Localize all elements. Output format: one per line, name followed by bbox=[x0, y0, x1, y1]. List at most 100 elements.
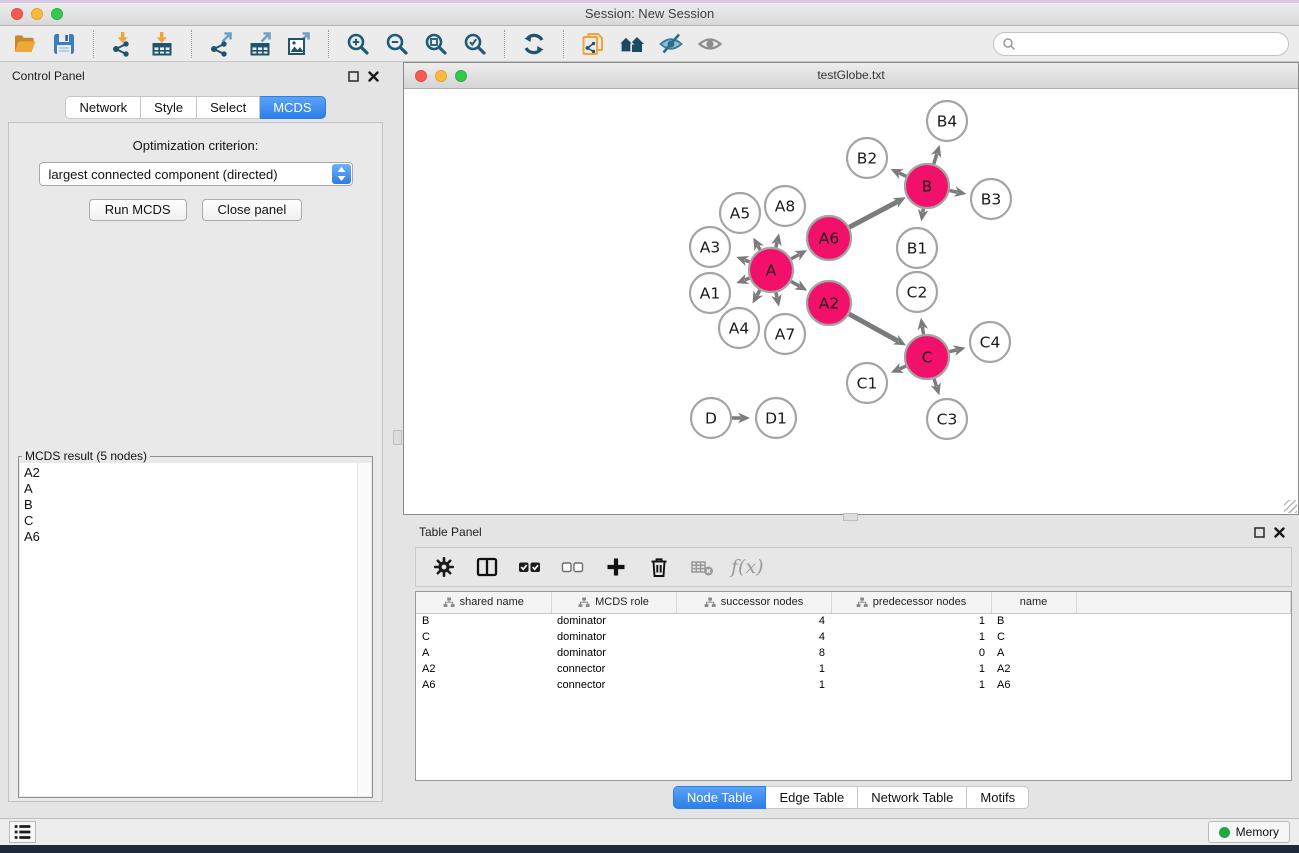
graph-node-B[interactable]: B bbox=[905, 164, 949, 208]
graph-node-A[interactable]: A bbox=[749, 248, 793, 292]
network-zoom-button[interactable] bbox=[455, 70, 467, 82]
tab-motifs[interactable]: Motifs bbox=[967, 786, 1029, 809]
graph-node-D[interactable]: D bbox=[691, 398, 731, 438]
export-table-button[interactable] bbox=[245, 29, 275, 59]
graph-edge-A-A5[interactable] bbox=[758, 246, 760, 250]
close-window-button[interactable] bbox=[11, 8, 23, 20]
tab-network-table[interactable]: Network Table bbox=[858, 786, 967, 809]
column-header[interactable]: name bbox=[991, 592, 1076, 613]
mcds-result-item[interactable]: B bbox=[24, 497, 355, 513]
graph-edge-C-C3[interactable] bbox=[934, 379, 937, 387]
delete-column-button[interactable] bbox=[645, 553, 673, 581]
tab-network[interactable]: Network bbox=[65, 96, 141, 119]
tab-style[interactable]: Style bbox=[141, 96, 197, 119]
network-minimize-button[interactable] bbox=[435, 70, 447, 82]
open-session-button[interactable] bbox=[10, 29, 40, 59]
memory-button[interactable]: Memory bbox=[1208, 821, 1290, 843]
close-panel-icon[interactable] bbox=[1274, 527, 1285, 538]
graph-node-A3[interactable]: A3 bbox=[690, 227, 730, 267]
graph-edge-C-C4[interactable] bbox=[949, 350, 957, 352]
hide-selected-button[interactable] bbox=[656, 29, 686, 59]
column-header[interactable]: successor nodes bbox=[676, 592, 831, 613]
column-header[interactable]: MCDS role bbox=[551, 592, 676, 613]
graph-node-A7[interactable]: A7 bbox=[765, 314, 805, 354]
mcds-result-item[interactable]: C bbox=[24, 513, 355, 529]
result-scrollbar[interactable] bbox=[357, 463, 371, 796]
zoom-in-button[interactable] bbox=[343, 29, 373, 59]
vertical-splitter-grip[interactable] bbox=[393, 430, 402, 445]
delete-table-button[interactable] bbox=[688, 553, 716, 581]
graph-edge-A-A4[interactable] bbox=[757, 290, 760, 295]
graph-node-B2[interactable]: B2 bbox=[847, 138, 887, 178]
graph-node-B1[interactable]: B1 bbox=[897, 228, 937, 268]
table-row[interactable]: Adominator80A bbox=[416, 645, 1291, 661]
zoom-fit-button[interactable] bbox=[421, 29, 451, 59]
network-canvas[interactable]: B4 B2 B B3 A8A5 A6 A3 B1 A C2 A1 A2 A4A7 C4 C C1 C3 D D1 bbox=[404, 89, 1298, 514]
criterion-select[interactable]: largest connected component (directed) bbox=[39, 162, 353, 186]
show-all-button[interactable] bbox=[695, 29, 725, 59]
graph-node-A2[interactable]: A2 bbox=[807, 281, 851, 325]
graph-node-A1[interactable]: A1 bbox=[690, 273, 730, 313]
graph-node-C1[interactable]: C1 bbox=[847, 363, 887, 403]
graph-node-C2[interactable]: C2 bbox=[897, 272, 937, 312]
graph-edge-B-B3[interactable] bbox=[950, 191, 958, 193]
graph-edge-A-A8[interactable] bbox=[776, 242, 777, 247]
tab-select[interactable]: Select bbox=[197, 96, 260, 119]
home-button[interactable] bbox=[617, 29, 647, 59]
network-close-button[interactable] bbox=[415, 70, 427, 82]
column-header[interactable]: shared name bbox=[416, 592, 551, 613]
add-column-button[interactable] bbox=[602, 553, 630, 581]
graph-edge-C-C2[interactable] bbox=[922, 327, 923, 335]
graph-edge-C-C1[interactable] bbox=[899, 366, 906, 369]
graph-edge-A-A1[interactable] bbox=[745, 278, 750, 280]
graph-edge-B-B4[interactable] bbox=[934, 153, 937, 164]
show-columns-button[interactable] bbox=[473, 553, 501, 581]
graph-node-A6[interactable]: A6 bbox=[807, 216, 851, 260]
mcds-result-item[interactable]: A6 bbox=[24, 529, 355, 545]
graph-edge-A-A7[interactable] bbox=[776, 292, 777, 297]
table-row[interactable]: Bdominator41B bbox=[416, 613, 1291, 629]
tab-node-table[interactable]: Node Table bbox=[673, 786, 767, 809]
minimize-window-button[interactable] bbox=[31, 8, 43, 20]
save-session-button[interactable] bbox=[49, 29, 79, 59]
window-resize-grip[interactable] bbox=[1284, 500, 1297, 513]
column-header[interactable]: predecessor nodes bbox=[831, 592, 991, 613]
table-row[interactable]: A6connector11A6 bbox=[416, 677, 1291, 693]
graph-node-D1[interactable]: D1 bbox=[756, 398, 796, 438]
mcds-result-item[interactable]: A bbox=[24, 481, 355, 497]
export-network-button[interactable] bbox=[206, 29, 236, 59]
copy-network-button[interactable] bbox=[578, 29, 608, 59]
float-panel-icon[interactable] bbox=[1254, 527, 1265, 538]
graph-edge-A-A6[interactable] bbox=[791, 254, 799, 258]
table-row[interactable]: A2connector11A2 bbox=[416, 661, 1291, 677]
refresh-button[interactable] bbox=[519, 29, 549, 59]
graph-node-B3[interactable]: B3 bbox=[971, 179, 1011, 219]
search-box[interactable] bbox=[993, 32, 1289, 56]
unselect-all-button[interactable] bbox=[559, 553, 587, 581]
search-input[interactable] bbox=[1021, 37, 1280, 51]
graph-node-A5[interactable]: A5 bbox=[720, 193, 760, 233]
import-table-button[interactable] bbox=[147, 29, 177, 59]
graph-node-B4[interactable]: B4 bbox=[927, 101, 967, 141]
task-history-button[interactable] bbox=[9, 821, 36, 843]
tab-mcds[interactable]: MCDS bbox=[260, 96, 325, 119]
zoom-window-button[interactable] bbox=[51, 8, 63, 20]
export-image-button[interactable] bbox=[284, 29, 314, 59]
graph-node-C3[interactable]: C3 bbox=[927, 399, 967, 439]
graph-edge-B-B1[interactable] bbox=[923, 209, 924, 213]
select-all-button[interactable] bbox=[516, 553, 544, 581]
run-mcds-button[interactable]: Run MCDS bbox=[89, 199, 187, 221]
zoom-selected-button[interactable] bbox=[460, 29, 490, 59]
tab-edge-table[interactable]: Edge Table bbox=[766, 786, 858, 809]
import-network-button[interactable] bbox=[108, 29, 138, 59]
graph-node-C4[interactable]: C4 bbox=[970, 322, 1010, 362]
float-panel-icon[interactable] bbox=[348, 71, 359, 82]
graph-node-C[interactable]: C bbox=[905, 335, 949, 379]
graph-node-A4[interactable]: A4 bbox=[719, 308, 759, 348]
graph-edge-A-A2[interactable] bbox=[791, 281, 799, 286]
close-panel-icon[interactable] bbox=[368, 71, 379, 82]
table-settings-button[interactable] bbox=[430, 553, 458, 581]
graph-node-A8[interactable]: A8 bbox=[765, 186, 805, 226]
graph-edge-A-A3[interactable] bbox=[745, 260, 750, 262]
table-row[interactable]: Cdominator41C bbox=[416, 629, 1291, 645]
